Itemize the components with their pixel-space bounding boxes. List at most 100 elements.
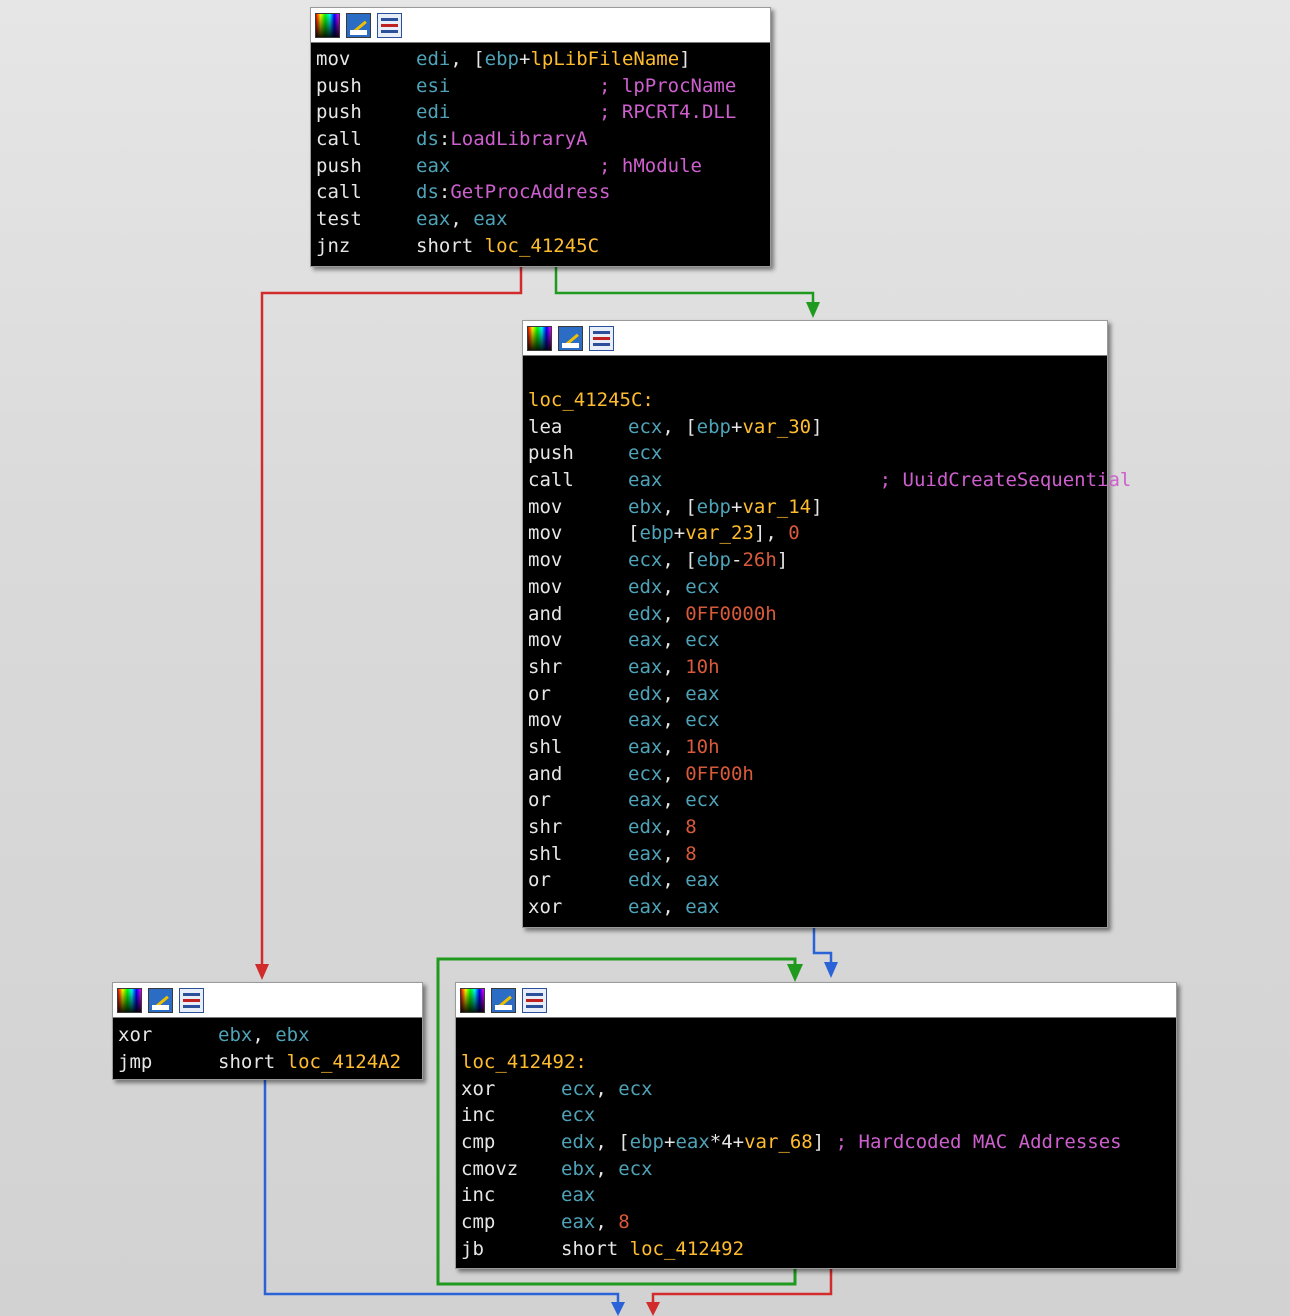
instruction-line[interactable]: call ds:LoadLibraryA	[316, 126, 770, 153]
register-token: ecx	[685, 789, 720, 812]
instruction-line[interactable]: mov eax, ecx	[528, 707, 1107, 734]
instruction-line[interactable]: or eax, ecx	[528, 787, 1107, 814]
instruction-line[interactable]: jb short loc_412492	[461, 1236, 1176, 1263]
symbol-token[interactable]: var_30	[742, 416, 811, 438]
code-label[interactable]: loc_41245C:	[528, 387, 1107, 414]
register-token: eax	[628, 842, 663, 865]
symbol-token[interactable]: loc_4124A2	[287, 1051, 401, 1073]
rename-icon[interactable]	[558, 325, 583, 351]
graph-overview-icon[interactable]	[589, 325, 614, 351]
punct-token: , [	[595, 1131, 630, 1154]
instruction-mnemonic: push	[528, 442, 574, 465]
instruction-line[interactable]: cmp eax, 8	[461, 1209, 1176, 1236]
instruction-line[interactable]: and edx, 0FF0000h	[528, 601, 1107, 628]
instruction-line[interactable]: mov eax, ecx	[528, 627, 1107, 654]
code-block-xor-ebx[interactable]: xor ebx, ebx jmp short loc_4124A2	[112, 982, 423, 1080]
register-token: ebp	[639, 522, 674, 545]
register-token: ebp	[696, 415, 731, 438]
rename-icon[interactable]	[346, 12, 371, 38]
color-palette-icon[interactable]	[460, 987, 485, 1013]
instruction-line[interactable]: shr eax, 10h	[528, 654, 1107, 681]
instruction-operands: edx, 8	[628, 814, 697, 841]
instruction-line[interactable]: shr edx, 8	[528, 814, 1107, 841]
rename-icon[interactable]	[491, 987, 516, 1013]
instruction-mnemonic: lea	[528, 415, 563, 438]
number-token: 8	[618, 1211, 630, 1234]
number-token: 10h	[685, 655, 720, 678]
instruction-operands: eax	[561, 1182, 595, 1209]
code-lines: xor ebx, ebx jmp short loc_4124A2	[113, 1018, 422, 1075]
instruction-line[interactable]: push esi ; lpProcName	[316, 73, 770, 100]
instruction-line[interactable]: and ecx, 0FF00h	[528, 761, 1107, 788]
instruction-line[interactable]: shl eax, 10h	[528, 734, 1107, 761]
instruction-mnemonic: call	[528, 469, 574, 492]
color-palette-icon[interactable]	[315, 12, 340, 38]
graph-overview-icon[interactable]	[522, 987, 547, 1013]
instruction-line[interactable]: mov edi, [ebp+lpLibFileName]	[316, 46, 770, 73]
instruction-line[interactable]: test eax, eax	[316, 206, 770, 233]
instruction-line[interactable]: or edx, eax	[528, 867, 1107, 894]
number-token: 8	[685, 816, 697, 838]
instruction-line[interactable]: push edi ; RPCRT4.DLL	[316, 99, 770, 126]
instruction-line[interactable]: lea ecx, [ebp+var_30]	[528, 414, 1107, 441]
code-block-getprocaddress[interactable]: mov edi, [ebp+lpLibFileName] push esi ; lpP…	[310, 7, 771, 267]
instruction-line[interactable]: inc ecx	[461, 1102, 1176, 1129]
instruction-line[interactable]: mov ebx, [ebp+var_14]	[528, 494, 1107, 521]
instruction-mnemonic: jb	[461, 1237, 484, 1260]
comment-token: ; RPCRT4.DLL	[450, 101, 737, 124]
instruction-mnemonic: mov	[528, 709, 563, 732]
edge-loop-exit[interactable]	[651, 1268, 833, 1306]
instruction-operands: eax, ecx	[628, 707, 720, 734]
punct-token: short	[561, 1237, 630, 1260]
instruction-line[interactable]: mov [ebp+var_23], 0	[528, 520, 1107, 547]
symbol-token[interactable]: var_68	[744, 1131, 813, 1153]
instruction-line[interactable]: push eax ; hModule	[316, 153, 770, 180]
node-header	[456, 983, 1176, 1018]
instruction-line[interactable]: inc eax	[461, 1182, 1176, 1209]
punct-token: ]	[811, 415, 823, 438]
instruction-line[interactable]: jmp short loc_4124A2	[118, 1049, 422, 1076]
punct-token: ,	[662, 602, 686, 625]
instruction-line[interactable]: mov ecx, [ebp-26h]	[528, 547, 1107, 574]
edge-fallthrough-loop[interactable]	[812, 928, 833, 966]
instruction-line[interactable]: mov edx, ecx	[528, 574, 1107, 601]
rename-icon[interactable]	[148, 987, 173, 1013]
instruction-line[interactable]: shl eax, 8	[528, 841, 1107, 868]
code-label[interactable]: loc_412492:	[461, 1049, 1176, 1076]
instruction-line[interactable]: cmp edx, [ebp+eax*4+var_68] ; Hardcoded M…	[461, 1129, 1176, 1156]
instruction-line[interactable]: call ds:GetProcAddress	[316, 179, 770, 206]
instruction-line[interactable]: or edx, eax	[528, 681, 1107, 708]
punct-token: +	[730, 495, 743, 518]
instruction-mnemonic: call	[316, 181, 362, 204]
instruction-mnemonic: cmp	[461, 1211, 496, 1234]
punct-token: , [	[662, 415, 697, 438]
register-token: ecx	[685, 629, 720, 652]
color-palette-icon[interactable]	[117, 987, 142, 1013]
code-block-loc-41245c[interactable]: loc_41245C: lea ecx, [ebp+var_30] push ecx ca…	[522, 320, 1131, 928]
instruction-line[interactable]: xor ecx, ecx	[461, 1076, 1176, 1103]
register-token: ecx	[685, 709, 720, 732]
graph-overview-icon[interactable]	[179, 987, 204, 1013]
symbol-token[interactable]: var_14	[742, 496, 811, 518]
instruction-line[interactable]: call eax ; UuidCreateSequential	[528, 467, 1131, 494]
code-block-loc-412492[interactable]: loc_412492: xor ecx, ecx inc ecx cmp edx, [ebp…	[455, 982, 1177, 1269]
instruction-line[interactable]: xor eax, eax	[528, 894, 1107, 921]
edge-false-branch[interactable]	[260, 266, 523, 968]
instruction-operands: ds:LoadLibraryA	[416, 126, 588, 153]
instruction-line[interactable]: cmovz ebx, ecx	[461, 1156, 1176, 1183]
symbol-token[interactable]: loc_412492	[630, 1238, 744, 1260]
instruction-operands: ebx, ebx	[218, 1022, 310, 1049]
graph-overview-icon[interactable]	[377, 12, 402, 38]
number-token: 0FF0000h	[685, 602, 777, 625]
register-token: ecx	[628, 442, 663, 465]
instruction-line[interactable]: push ecx	[528, 440, 1107, 467]
color-palette-icon[interactable]	[527, 325, 552, 351]
register-token: eax	[685, 682, 720, 705]
symbol-token[interactable]: var_23	[685, 522, 754, 544]
instruction-line[interactable]: xor ebx, ebx	[118, 1022, 422, 1049]
edge-true-branch[interactable]	[554, 266, 815, 306]
symbol-token[interactable]: lpLibFileName	[530, 48, 679, 70]
instruction-line[interactable]: jnz short loc_41245C	[316, 233, 770, 260]
symbol-token[interactable]: loc_41245C	[485, 235, 599, 257]
comment-token: ; hModule	[450, 154, 702, 177]
